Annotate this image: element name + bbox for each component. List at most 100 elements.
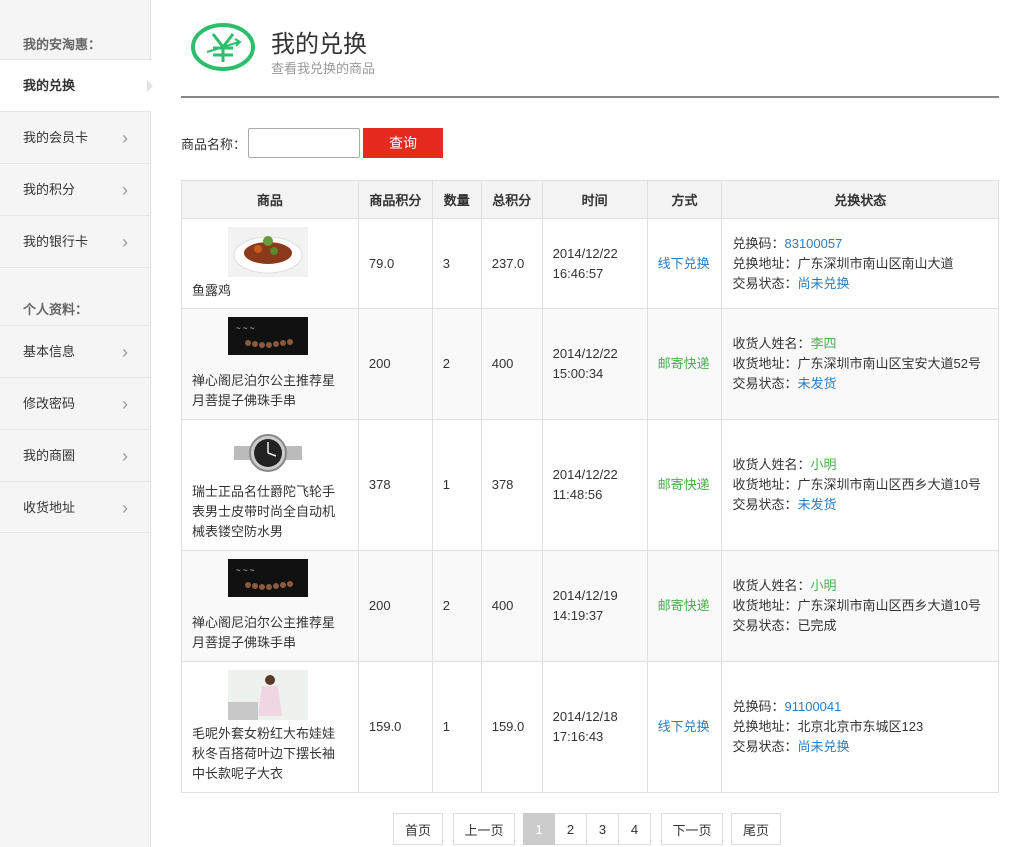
- last-page-button[interactable]: 尾页: [731, 813, 781, 845]
- sidebar-item-label: 收货地址: [23, 500, 76, 515]
- date-text: 2014/12/19: [552, 588, 618, 603]
- product-cell: 鱼露鸡: [181, 218, 359, 309]
- page-button-3[interactable]: 3: [587, 813, 619, 845]
- status-line-label: 交易状态：: [732, 275, 798, 291]
- chevron-right-icon: ›: [122, 394, 128, 414]
- col-header-points: 商品积分: [357, 180, 433, 219]
- product-name[interactable]: 禅心阁尼泊尔公主推荐星月菩提子佛珠手串: [192, 613, 358, 653]
- status-line-label: 收货地址：: [732, 356, 798, 371]
- table-row: 鱼露鸡 79.0 3 237.0 2014/12/22 16:46:57 线下兑换 兑换码：8…: [181, 218, 999, 309]
- page-button-4[interactable]: 4: [619, 813, 651, 845]
- time-cell: 2014/12/22 15:00:34: [541, 308, 648, 420]
- sidebar-item-label: 我的商圈: [23, 448, 76, 463]
- sidebar-item-change-password[interactable]: 修改密码 ›: [0, 377, 150, 429]
- method-label: 邮寄快递: [657, 598, 710, 613]
- status-line-label: 交易状态：: [732, 376, 798, 391]
- status-line-label: 收货人姓名：: [732, 578, 811, 593]
- prev-page-button[interactable]: 上一页: [453, 813, 515, 845]
- product-cell: 瑞士正品名仕爵陀飞轮手表男士皮带时尚全自动机械表镂空防水男: [181, 419, 359, 551]
- status-cell: 收货人姓名：李四 收货地址：广东深圳市南山区宝安大道52号 交易状态：未发货: [721, 308, 999, 420]
- col-header-time: 时间: [541, 180, 648, 219]
- total-cell: 237.0: [480, 218, 543, 309]
- status-cell: 收货人姓名：小明 收货地址：广东深圳市南山区西乡大道10号 交易状态：已完成: [721, 550, 999, 662]
- time-cell: 2014/12/22 11:48:56: [541, 419, 648, 551]
- status-line-label: 兑换地址：: [732, 255, 798, 271]
- chevron-right-icon: ›: [122, 446, 128, 466]
- sidebar-item-basic-info[interactable]: 基本信息 ›: [0, 325, 150, 377]
- method-label: 邮寄快递: [657, 356, 710, 371]
- status-line-value: 83100057: [784, 235, 843, 251]
- table-row: ~ ~ ~ 禅心阁尼泊尔公主推荐星月菩提子佛珠手串 200 2 400 2014/12/2…: [181, 308, 999, 420]
- status-line-label: 交易状态：: [732, 618, 798, 633]
- product-name[interactable]: 瑞士正品名仕爵陀飞轮手表男士皮带时尚全自动机械表镂空防水男: [192, 482, 358, 542]
- product-image[interactable]: [228, 428, 308, 478]
- date-text: 2014/12/18: [552, 709, 618, 724]
- sidebar-item-label: 我的积分: [23, 182, 76, 197]
- method-cell: 线下兑换: [646, 661, 723, 793]
- status-line-label: 交易状态：: [732, 497, 798, 512]
- search-button[interactable]: 查询: [363, 128, 444, 158]
- trade-status-value: 尚未兑换: [797, 275, 850, 291]
- product-cell: ~ ~ ~ 禅心阁尼泊尔公主推荐星月菩提子佛珠手串: [181, 308, 359, 420]
- product-image[interactable]: [228, 226, 308, 277]
- product-name[interactable]: 鱼露鸡: [192, 281, 358, 301]
- product-name-input[interactable]: [248, 128, 361, 158]
- col-header-qty: 数量: [431, 180, 482, 219]
- time-text: 16:46:57: [552, 265, 604, 281]
- status-line-value: 小明: [810, 578, 837, 593]
- next-page-button[interactable]: 下一页: [661, 813, 723, 845]
- product-image[interactable]: ~ ~ ~: [228, 559, 308, 609]
- page-button-1[interactable]: 1: [523, 813, 555, 845]
- product-cell: 毛呢外套女粉红大布娃娃秋冬百搭荷叶边下摆长袖中长款呢子大衣: [181, 661, 359, 793]
- time-cell: 2014/12/22 16:46:57: [541, 218, 648, 309]
- status-line-label: 兑换码：: [732, 699, 785, 714]
- points-cell: 200: [357, 308, 433, 420]
- exchange-table: 商品 商品积分 数量 总积分 时间 方式 兑换状态 鱼露鸡 79.0 3 237.0 2…: [181, 180, 999, 793]
- sidebar-item-label: 基本信息: [23, 344, 76, 359]
- status-cell: 兑换码：91100041 兑换地址：北京北京市东城区123 交易状态：尚未兑换: [721, 661, 999, 793]
- chevron-right-icon: ›: [122, 180, 128, 200]
- sidebar-item-bank-card[interactable]: 我的银行卡 ›: [0, 215, 150, 267]
- total-cell: 400: [480, 550, 543, 662]
- time-text: 17:16:43: [552, 729, 604, 744]
- method-label: 线下兑换: [657, 719, 710, 734]
- sidebar-item-points[interactable]: 我的积分 ›: [0, 163, 150, 215]
- total-cell: 378: [480, 419, 543, 551]
- product-image[interactable]: [228, 670, 308, 720]
- sidebar-item-shipping-address[interactable]: 收货地址 ›: [0, 481, 150, 533]
- address-value: 北京北京市东城区123: [797, 719, 924, 734]
- sidebar-section-title: 个人资料：: [23, 302, 89, 317]
- trade-status-value: 未发货: [797, 376, 837, 391]
- status-cell: 兑换码：83100057 兑换地址：广东深圳市南山区南山大道 交易状态：尚未兑换: [721, 218, 999, 309]
- product-name[interactable]: 禅心阁尼泊尔公主推荐星月菩提子佛珠手串: [192, 371, 358, 411]
- status-line-label: 收货人姓名：: [732, 336, 811, 351]
- col-header-total: 总积分: [480, 180, 543, 219]
- address-value: 广东深圳市南山区南山大道: [797, 255, 954, 271]
- date-text: 2014/12/22: [552, 245, 618, 261]
- method-cell: 线下兑换: [646, 218, 723, 309]
- pagination: 首页 上一页 1 2 3 4 下一页 尾页: [393, 813, 781, 847]
- page-button-2[interactable]: 2: [555, 813, 587, 845]
- status-line-label: 交易状态：: [732, 739, 798, 754]
- yen-exchange-icon: [191, 23, 255, 71]
- sidebar: 我的安淘惠： 我的兑换 我的会员卡 › 我的积分 › 我的银行卡 › 个人资料：…: [0, 0, 153, 847]
- trade-status-value: 已完成: [797, 618, 837, 633]
- sidebar-item-my-circle[interactable]: 我的商圈 ›: [0, 429, 150, 481]
- sidebar-item-member-card[interactable]: 我的会员卡 ›: [0, 111, 150, 163]
- time-cell: 2014/12/19 14:19:37: [541, 550, 648, 662]
- sidebar-item-label: 我的会员卡: [23, 130, 89, 145]
- time-text: 14:19:37: [552, 608, 604, 623]
- address-value: 广东深圳市南山区西乡大道10号: [797, 598, 981, 613]
- product-image[interactable]: ~ ~ ~: [228, 317, 308, 367]
- page-header: 我的兑换 查看我兑换的商品: [181, 0, 999, 98]
- qty-cell: 1: [431, 419, 482, 551]
- sidebar-item-my-exchange[interactable]: 我的兑换: [0, 59, 153, 111]
- address-value: 广东深圳市南山区宝安大道52号: [797, 356, 981, 371]
- sidebar-item-label: 修改密码: [23, 396, 76, 411]
- status-line-label: 兑换地址：: [732, 719, 798, 734]
- first-page-button[interactable]: 首页: [393, 813, 443, 845]
- product-name[interactable]: 毛呢外套女粉红大布娃娃秋冬百搭荷叶边下摆长袖中长款呢子大衣: [192, 724, 358, 784]
- chevron-right-icon: ›: [122, 232, 128, 252]
- chevron-right-icon: ›: [122, 342, 128, 362]
- svg-text:~ ~ ~: ~ ~ ~: [236, 566, 255, 575]
